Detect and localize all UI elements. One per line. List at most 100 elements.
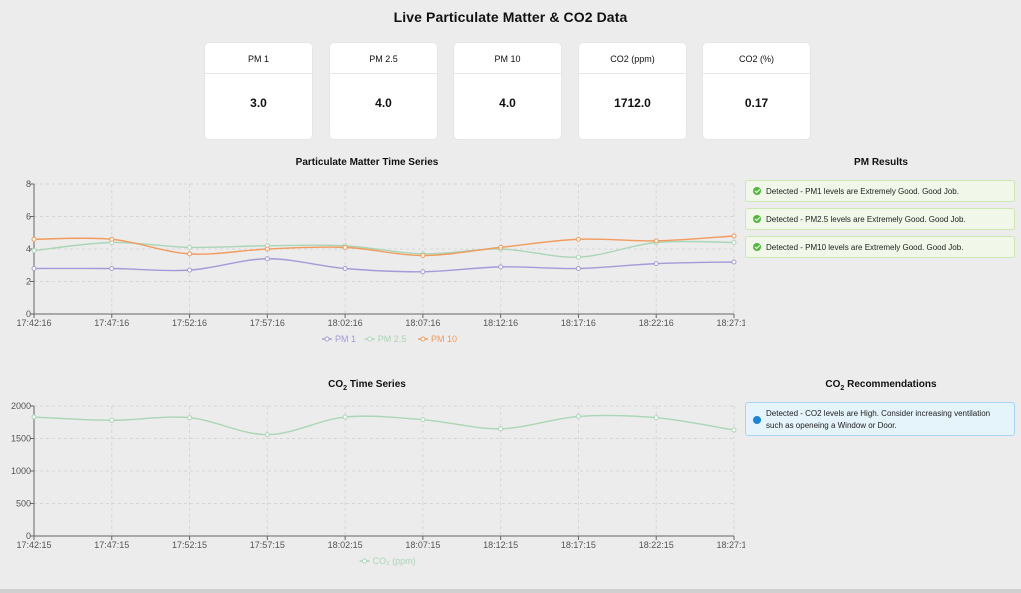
y-tick-label: 8: [26, 179, 31, 189]
y-tick-label: 4: [26, 244, 31, 254]
data-point: [731, 240, 737, 245]
x-tick-label: 18:12:15: [483, 540, 518, 550]
data-point: [342, 266, 348, 271]
pm-results-title: PM Results: [854, 157, 908, 168]
alert-message: Detected - PM10 levels are Extremely Goo…: [766, 243, 964, 252]
x-tick-label: 17:47:15: [94, 540, 129, 550]
x-tick-label: 18:02:15: [328, 540, 363, 550]
metric-card-pm1: PM 1 3.0: [205, 43, 312, 139]
series-line: [33, 414, 735, 436]
data-point: [498, 426, 504, 432]
x-tick-label: 18:27:16: [716, 318, 745, 328]
x-tick-label: 17:52:16: [172, 318, 207, 328]
plot-area: 0246817:42:16 17:47:16 17:52:16 17:57:16 18:…: [16, 179, 745, 328]
legend-item: PM 2.5: [364, 334, 407, 344]
data-point: [420, 253, 426, 258]
data-point: [187, 267, 193, 273]
x-tick-label: 18:27:15: [716, 540, 745, 550]
metric-card-value: 1712.0: [614, 96, 651, 110]
data-point: [653, 261, 659, 267]
data-point: [575, 254, 581, 260]
metric-card-co2-ppm: CO2 (ppm) 1712.0: [579, 43, 686, 139]
metric-card-value: 3.0: [250, 96, 267, 110]
x-tick-label: 17:47:16: [94, 318, 129, 328]
metric-card-label: CO2 (ppm): [579, 43, 686, 74]
metric-card-value: 4.0: [375, 96, 392, 110]
x-tick-label: 17:57:16: [250, 318, 285, 328]
data-point: [498, 264, 504, 270]
legend-swatch-marker: [324, 336, 330, 342]
x-tick-label: 18:17:16: [561, 318, 596, 328]
pm-chart-title: Particulate Matter Time Series: [295, 157, 439, 168]
metric-card-label: PM 1: [205, 43, 312, 74]
metric-card-label: PM 2.5: [330, 43, 437, 74]
pm-time-series-chart: 0246817:42:16 17:47:16 17:52:16 17:57:16 18:…: [16, 179, 745, 344]
y-tick-label: 2000: [11, 401, 31, 411]
data-point: [187, 251, 193, 257]
co2-recommendation-alert: Detected - CO2 levels are High. Consider…: [745, 402, 1015, 436]
data-point: [187, 244, 193, 250]
data-point: [109, 266, 115, 271]
x-tick-label: 18:22:15: [639, 540, 674, 550]
co2-recommendations-title: CO2 Recommendations: [825, 379, 937, 392]
data-point: [187, 415, 193, 421]
info-circle-icon: [753, 416, 761, 424]
x-tick-label: 17:42:15: [16, 540, 51, 550]
y-tick-label: 2: [26, 277, 31, 287]
alert-message: Detected - PM1 levels are Extremely Good…: [766, 187, 959, 196]
data-point: [109, 417, 115, 423]
x-tick-label: 18:02:16: [328, 318, 363, 328]
data-point: [575, 266, 581, 271]
metric-card-value: 0.17: [744, 96, 769, 110]
alert-message: Detected - CO2 levels are High. Consider…: [766, 409, 991, 430]
alert-message: Detected - PM2.5 levels are Extremely Go…: [766, 215, 966, 224]
data-point: [653, 238, 659, 244]
metric-card-co2-percent: CO2 (%) 0.17: [703, 43, 810, 139]
data-point: [420, 269, 426, 275]
data-point: [264, 432, 270, 438]
legend-label: PM 2.5: [378, 334, 407, 344]
series-line: [33, 235, 735, 257]
data-point: [342, 244, 348, 250]
pm25-result-alert: Detected - PM2.5 levels are Extremely Go…: [745, 208, 1015, 230]
metric-card-label: CO2 (%): [703, 43, 810, 74]
pm1-result-alert: Detected - PM1 levels are Extremely Good…: [745, 180, 1015, 202]
y-tick-label: 1500: [11, 434, 31, 444]
legend-swatch-marker: [362, 558, 368, 564]
data-point: [731, 259, 737, 265]
legend-swatch-marker: [420, 336, 426, 342]
co2-chart-title: CO2 Time Series: [328, 379, 406, 392]
bottom-scrollbar[interactable]: [0, 589, 1021, 593]
data-point: [31, 248, 37, 254]
metric-card-label: PM 10: [454, 43, 561, 74]
check-circle-icon: [753, 215, 761, 223]
legend-label: PM 10: [431, 334, 457, 344]
legend-label: PM 1: [335, 334, 356, 344]
data-point: [498, 244, 504, 250]
y-tick-label: 500: [16, 499, 31, 509]
legend-item: PM 1: [322, 334, 356, 344]
x-tick-label: 18:22:16: [639, 318, 674, 328]
data-point: [575, 413, 581, 419]
pm10-result-alert: Detected - PM10 levels are Extremely Goo…: [745, 236, 1015, 258]
y-tick-label: 1000: [11, 466, 31, 476]
data-point: [731, 233, 737, 239]
metric-card-pm10: PM 10 4.0: [454, 43, 561, 139]
data-point: [31, 236, 37, 242]
legend-swatch-marker: [367, 336, 373, 342]
data-point: [420, 417, 426, 423]
x-tick-label: 17:57:15: [250, 540, 285, 550]
x-tick-label: 17:42:16: [16, 318, 51, 328]
legend-item: PM 10: [418, 334, 457, 344]
data-point: [653, 415, 659, 421]
y-tick-label: 6: [26, 212, 31, 222]
page-title: Live Particulate Matter & CO2 Data: [393, 9, 628, 25]
x-tick-label: 17:52:15: [172, 540, 207, 550]
co2-time-series-chart: 050010001500200017:42:15 17:47:15 17:52:15…: [11, 401, 745, 566]
data-point: [31, 266, 37, 271]
series-line: [33, 258, 735, 273]
legend-item: CO₂ (ppm): [359, 556, 416, 566]
data-point: [264, 246, 270, 252]
data-point: [731, 427, 737, 433]
data-point: [109, 236, 115, 242]
